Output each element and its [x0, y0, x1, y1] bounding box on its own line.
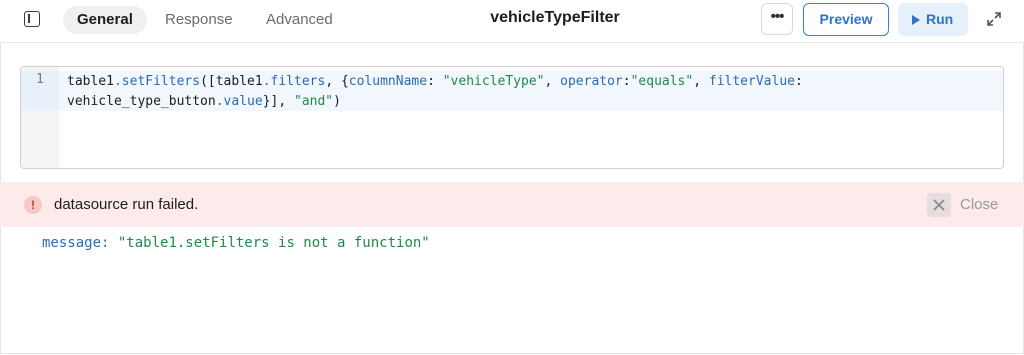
code-editor[interactable]: 1 table1.setFilters([table1.filters, {co… — [20, 66, 1004, 169]
error-message: message: "table1.setFilters is not a fun… — [42, 235, 430, 251]
code-token: "equals" — [630, 74, 694, 89]
run-label: Run — [926, 11, 954, 27]
error-text: datasource run failed. — [54, 196, 199, 213]
tab-advanced[interactable]: Advanced — [252, 6, 347, 34]
code-token: "and" — [294, 94, 334, 109]
more-options-button[interactable]: ••• — [761, 3, 793, 35]
panel-toggle-icon[interactable] — [24, 11, 40, 27]
code-token: , — [544, 74, 561, 89]
code-token: : — [427, 74, 443, 89]
code-token: columnName — [348, 74, 428, 89]
code-token: .value — [215, 94, 263, 109]
code-token: ([table1 — [200, 74, 263, 89]
message-separator: : — [101, 235, 118, 251]
message-value: "table1.setFilters is not a function" — [117, 235, 430, 251]
code-token: .setFilters — [113, 74, 201, 89]
code-token: table1 — [67, 74, 114, 89]
run-button[interactable]: Run — [898, 3, 968, 36]
close-button[interactable]: Close — [960, 196, 998, 213]
error-banner: ! datasource run failed. Close — [0, 182, 1024, 227]
more-horizontal-icon: ••• — [770, 7, 785, 25]
code-token: .filters — [262, 74, 326, 89]
code-token: filterValue — [708, 74, 795, 89]
close-icon[interactable] — [927, 193, 951, 217]
error-icon: ! — [24, 196, 42, 214]
code-token: , — [693, 74, 709, 89]
code-token: "vehicleType" — [442, 74, 545, 89]
tab-general[interactable]: General — [63, 6, 147, 34]
code-token: ) — [333, 94, 341, 109]
code-token: : — [622, 74, 631, 89]
tab-response[interactable]: Response — [151, 6, 247, 34]
message-key: message — [42, 235, 102, 251]
expand-icon[interactable] — [986, 11, 1002, 27]
line-number: 1 — [36, 72, 44, 87]
code-token: , { — [325, 74, 349, 89]
code-token: operator — [560, 74, 623, 89]
play-icon — [912, 15, 920, 25]
query-header: General Response Advanced vehicleTypeFil… — [0, 0, 1024, 43]
preview-button[interactable]: Preview — [803, 3, 889, 36]
query-title: vehicleTypeFilter — [490, 9, 620, 26]
query-editor-panel — [0, 0, 1024, 354]
code-token: }], — [262, 94, 294, 109]
code-content[interactable]: table1.setFilters([table1.filters, {colu… — [67, 72, 997, 112]
